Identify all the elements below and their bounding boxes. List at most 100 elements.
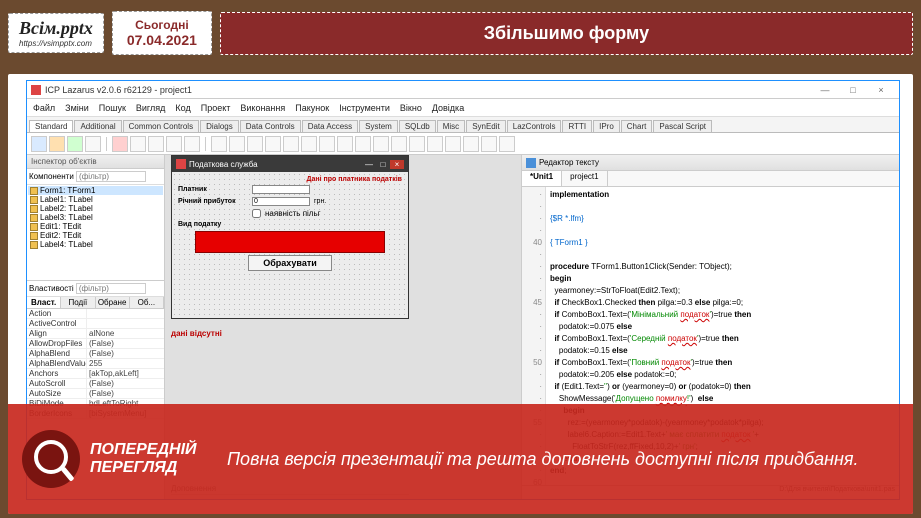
menu-search[interactable]: Пошук (99, 103, 126, 113)
prop-value[interactable]: alNone (87, 329, 164, 338)
editor-tabs[interactable]: *Unit1 project1 (522, 171, 899, 187)
prop-row[interactable]: Anchors[akTop,akLeft] (27, 369, 164, 379)
tab-restricted[interactable]: Об... (130, 297, 164, 308)
prop-value[interactable]: (False) (87, 349, 164, 358)
comp-popup-icon[interactable] (247, 136, 263, 152)
prop-row[interactable]: AutoSize(False) (27, 389, 164, 399)
tab-project1[interactable]: project1 (562, 171, 607, 186)
tab-properties[interactable]: Власт. (27, 297, 61, 308)
comp-edit-icon[interactable] (301, 136, 317, 152)
red-panel[interactable] (195, 231, 385, 253)
tab-misc[interactable]: Misc (437, 120, 465, 132)
comp-combo-icon[interactable] (409, 136, 425, 152)
menu-help[interactable]: Довідка (432, 103, 464, 113)
prop-row[interactable]: Action (27, 309, 164, 319)
menu-code[interactable]: Код (175, 103, 190, 113)
ide-menubar[interactable]: Файл Зміни Пошук Вигляд Код Проект Викон… (27, 99, 899, 117)
comp-memo-icon[interactable] (319, 136, 335, 152)
prop-row[interactable]: AlphaBlend(False) (27, 349, 164, 359)
tab-pascalscript[interactable]: Pascal Script (653, 120, 712, 132)
comp-arrow-icon[interactable] (211, 136, 227, 152)
tab-ipro[interactable]: IPro (593, 120, 620, 132)
tool-pause-icon[interactable] (130, 136, 146, 152)
calculate-button[interactable]: Обрахувати (248, 255, 332, 271)
menu-tools[interactable]: Інструменти (339, 103, 390, 113)
form-minimize-button[interactable]: — (362, 160, 376, 169)
tool-stop-icon[interactable] (148, 136, 164, 152)
tab-dataaccess[interactable]: Data Access (302, 120, 358, 132)
ide-titlebar[interactable]: ICP Lazarus v2.0.6 r62129 - project1 — □… (27, 81, 899, 99)
tool-stepin-icon[interactable] (184, 136, 200, 152)
prop-value[interactable]: (False) (87, 379, 164, 388)
tool-save-icon[interactable] (67, 136, 83, 152)
prop-value[interactable]: 255 (87, 359, 164, 368)
form-icon (30, 187, 38, 195)
component-palette-tabs[interactable]: Standard Additional Common Controls Dial… (27, 117, 899, 133)
tab-unit1[interactable]: *Unit1 (522, 171, 562, 186)
payer-input[interactable] (252, 185, 310, 194)
prop-value[interactable] (87, 309, 164, 318)
tool-new-icon[interactable] (31, 136, 47, 152)
prop-value[interactable]: (False) (87, 339, 164, 348)
income-input[interactable] (252, 197, 310, 206)
comp-label-icon[interactable] (283, 136, 299, 152)
taxtype-label: Вид податку (178, 221, 248, 228)
comp-menu-icon[interactable] (229, 136, 245, 152)
properties-filter-input[interactable] (76, 283, 146, 294)
tool-saveall-icon[interactable] (85, 136, 101, 152)
design-form-window[interactable]: Податкова служба — □ × Дані про платника… (171, 155, 409, 319)
tab-chart[interactable]: Chart (621, 120, 653, 132)
prop-row[interactable]: ActiveControl (27, 319, 164, 329)
comp-toggle-icon[interactable] (337, 136, 353, 152)
tab-rtti[interactable]: RTTI (562, 120, 592, 132)
inspector-tabs[interactable]: Власт. Події Обране Об... (27, 297, 164, 309)
tab-standard[interactable]: Standard (29, 120, 73, 132)
menu-run[interactable]: Виконання (240, 103, 285, 113)
prop-row[interactable]: AutoScroll(False) (27, 379, 164, 389)
form-close-button[interactable]: × (390, 160, 404, 169)
menu-window[interactable]: Вікно (400, 103, 422, 113)
menu-view[interactable]: Вигляд (136, 103, 166, 113)
comp-button-icon[interactable] (265, 136, 281, 152)
tool-stepover-icon[interactable] (166, 136, 182, 152)
tab-events[interactable]: Події (61, 297, 95, 308)
tab-system[interactable]: System (359, 120, 398, 132)
maximize-button[interactable]: □ (839, 83, 867, 97)
close-button[interactable]: × (867, 83, 895, 97)
prop-value[interactable] (87, 319, 164, 328)
comp-scrollbar-icon[interactable] (427, 136, 443, 152)
prop-row[interactable]: AlphaBlendValue255 (27, 359, 164, 369)
menu-edit[interactable]: Зміни (65, 103, 89, 113)
tab-lazcontrols[interactable]: LazControls (507, 120, 562, 132)
comp-panel-icon[interactable] (463, 136, 479, 152)
comp-action-icon[interactable] (499, 136, 515, 152)
tab-favorites[interactable]: Обране (96, 297, 130, 308)
components-filter-input[interactable] (76, 171, 146, 182)
tab-common[interactable]: Common Controls (123, 120, 199, 132)
menu-file[interactable]: Файл (33, 103, 55, 113)
comp-listbox-icon[interactable] (391, 136, 407, 152)
form-titlebar[interactable]: Податкова служба — □ × (172, 156, 408, 172)
prop-row[interactable]: AllowDropFiles(False) (27, 339, 164, 349)
prop-value[interactable]: [akTop,akLeft] (87, 369, 164, 378)
tab-datactrl[interactable]: Data Controls (240, 120, 301, 132)
tool-open-icon[interactable] (49, 136, 65, 152)
comp-radio-icon[interactable] (373, 136, 389, 152)
comp-checkbox-icon[interactable] (355, 136, 371, 152)
tool-run-icon[interactable] (112, 136, 128, 152)
form-maximize-button[interactable]: □ (376, 160, 390, 169)
comp-frame-icon[interactable] (481, 136, 497, 152)
minimize-button[interactable]: — (811, 83, 839, 97)
comp-groupbox-icon[interactable] (445, 136, 461, 152)
tab-additional[interactable]: Additional (74, 120, 121, 132)
tab-sqldb[interactable]: SQLdb (399, 120, 436, 132)
tab-synedit[interactable]: SynEdit (466, 120, 506, 132)
menu-project[interactable]: Проект (201, 103, 231, 113)
inspector-title: Інспектор об'єктів (27, 155, 164, 169)
menu-package[interactable]: Пакунок (295, 103, 329, 113)
benefits-checkbox[interactable] (252, 209, 261, 218)
prop-value[interactable]: (False) (87, 389, 164, 398)
prop-row[interactable]: AlignalNone (27, 329, 164, 339)
tab-dialogs[interactable]: Dialogs (200, 120, 239, 132)
component-tree[interactable]: Form1: TForm1 Label1: TLabel Label2: TLa… (27, 185, 164, 281)
